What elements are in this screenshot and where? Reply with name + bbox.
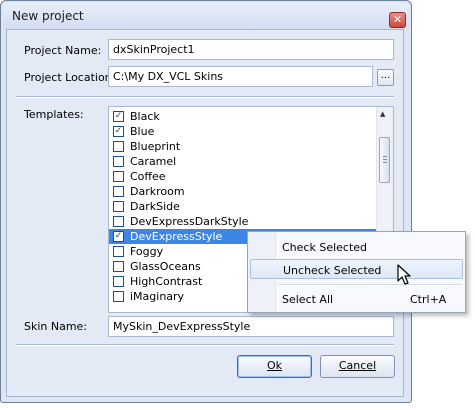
title-bar[interactable]: New project	[3, 3, 409, 29]
template-checkbox[interactable]	[113, 261, 124, 272]
template-label: DevExpressStyle	[130, 230, 223, 243]
template-item[interactable]: DarkSide	[109, 199, 377, 214]
template-label: Blueprint	[130, 140, 181, 153]
template-checkbox[interactable]	[113, 171, 124, 182]
menu-item-select-all[interactable]: Select All Ctrl+A	[250, 289, 463, 309]
cancel-button[interactable]: Cancel	[320, 355, 395, 378]
template-item[interactable]: DevExpressDarkStyle	[109, 214, 377, 229]
template-checkbox[interactable]	[113, 201, 124, 212]
template-checkbox[interactable]	[113, 141, 124, 152]
grip-line	[383, 156, 387, 157]
template-checkbox[interactable]: ✓	[113, 111, 124, 122]
context-menu: Check Selected Uncheck Selected Select A…	[247, 231, 466, 313]
menu-item-label: Uncheck Selected	[283, 264, 382, 277]
template-checkbox[interactable]: ✓	[113, 126, 124, 137]
project-name-label: Project Name:	[24, 44, 102, 57]
menu-item-shortcut: Ctrl+A	[410, 293, 447, 306]
template-checkbox[interactable]	[113, 276, 124, 287]
project-location-input[interactable]: C:\My DX_VCL Skins	[108, 66, 373, 87]
template-item[interactable]: ✓ Black	[109, 109, 377, 124]
menu-item-check-selected[interactable]: Check Selected	[250, 237, 463, 257]
project-location-label: Project Location:	[24, 71, 116, 84]
window-title: New project	[12, 9, 84, 23]
template-item[interactable]: ✓ Blue	[109, 124, 377, 139]
template-checkbox[interactable]: ✓	[113, 231, 124, 242]
template-label: Foggy	[130, 245, 164, 258]
template-label: DarkSide	[130, 200, 180, 213]
template-label: HighContrast	[130, 275, 203, 288]
template-item[interactable]: Blueprint	[109, 139, 377, 154]
template-label: GlassOceans	[130, 260, 201, 273]
templates-label: Templates:	[24, 108, 84, 121]
close-icon: ✕	[392, 13, 403, 26]
cancel-button-label: Cancel	[338, 359, 377, 372]
template-label: iMaginary	[130, 290, 185, 303]
ok-button[interactable]: Ok	[237, 355, 312, 378]
project-name-input[interactable]: dxSkinProject1	[108, 39, 394, 60]
template-checkbox[interactable]	[113, 246, 124, 257]
template-label: Blue	[130, 125, 155, 138]
template-label: Coffee	[130, 170, 166, 183]
menu-item-uncheck-selected[interactable]: Uncheck Selected	[250, 259, 463, 279]
close-button[interactable]: ✕	[389, 12, 406, 28]
template-checkbox[interactable]	[113, 156, 124, 167]
skin-name-input[interactable]: MySkin_DevExpressStyle	[108, 316, 394, 337]
ok-button-label: Ok	[266, 359, 283, 372]
template-item[interactable]: Darkroom	[109, 184, 377, 199]
menu-item-label: Select All	[282, 293, 334, 306]
browse-button[interactable]: ...	[377, 69, 394, 86]
template-checkbox[interactable]	[113, 291, 124, 302]
mouse-pointer-icon	[397, 264, 411, 285]
menu-item-label: Check Selected	[282, 241, 368, 254]
template-item[interactable]: Caramel	[109, 154, 377, 169]
separator-bottom	[16, 344, 394, 346]
template-label: Black	[130, 110, 160, 123]
template-label: Darkroom	[130, 185, 185, 198]
separator-top	[16, 96, 394, 98]
grip-line	[383, 159, 387, 160]
skin-name-label: Skin Name:	[24, 320, 88, 333]
scroll-up-icon[interactable]: ▲	[380, 110, 385, 118]
template-label: Caramel	[130, 155, 177, 168]
menu-separator	[278, 284, 462, 286]
template-label: DevExpressDarkStyle	[130, 215, 249, 228]
template-item[interactable]: Coffee	[109, 169, 377, 184]
scroll-thumb[interactable]	[379, 137, 390, 183]
template-checkbox[interactable]	[113, 216, 124, 227]
grip-line	[383, 162, 387, 163]
template-checkbox[interactable]	[113, 186, 124, 197]
